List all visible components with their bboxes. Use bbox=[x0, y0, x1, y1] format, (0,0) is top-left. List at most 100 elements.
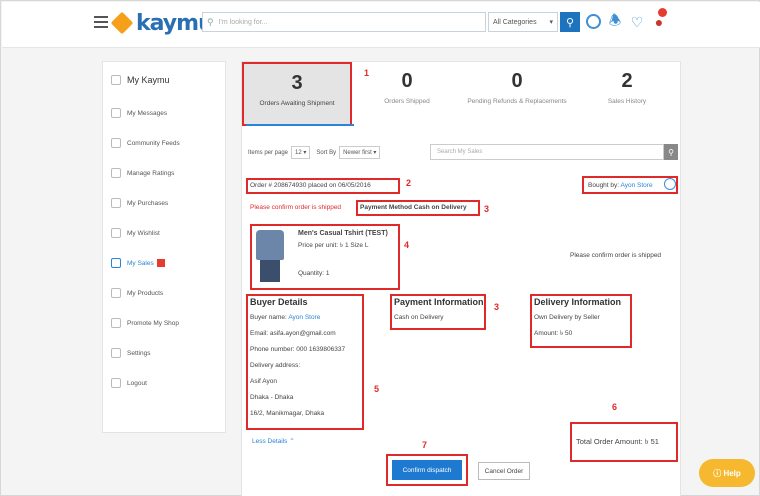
sidebar-item-my-sales[interactable]: My Sales bbox=[103, 248, 225, 278]
search-button[interactable]: ⚲ bbox=[560, 12, 580, 32]
price-per-unit: Price per unit: ৳ 1 Size L bbox=[298, 242, 369, 249]
tag-icon bbox=[111, 258, 121, 268]
filter-bar: Items per page 12 ▾ Sort By Newer first … bbox=[248, 146, 386, 159]
sidebar-item-promote[interactable]: Promote My Shop bbox=[103, 308, 225, 338]
bought-by: Bought by: Ayon Store bbox=[588, 180, 653, 192]
sidebar-item-products[interactable]: My Products bbox=[103, 278, 225, 308]
sidebar-item-label: My Products bbox=[127, 289, 164, 297]
gear-icon bbox=[111, 348, 121, 358]
search-placeholder: I'm looking for... bbox=[218, 18, 268, 26]
logo-diamond-icon bbox=[110, 11, 134, 35]
sidebar-item-wishlist[interactable]: My Wishlist bbox=[103, 218, 225, 248]
sidebar-item-label: Logout bbox=[127, 379, 147, 387]
category-select[interactable]: All Categories ▾ bbox=[488, 12, 558, 32]
delivery-info-title: Delivery Information bbox=[534, 297, 622, 307]
payment-method: Payment Method Cash on Delivery bbox=[360, 204, 467, 211]
megaphone-icon bbox=[111, 318, 121, 328]
chat-icon[interactable] bbox=[586, 14, 601, 29]
bell-icon[interactable]: 🕭 bbox=[606, 12, 624, 31]
sidebar-item-label: Settings bbox=[127, 349, 151, 357]
home-icon bbox=[111, 75, 121, 85]
delivery-address-label: Delivery address: bbox=[250, 362, 301, 369]
sidebar-item-label: Community Feeds bbox=[127, 139, 180, 147]
sort-select[interactable]: Newer first ▾ bbox=[339, 146, 381, 159]
sidebar-item-settings[interactable]: Settings bbox=[103, 338, 225, 368]
buyer-name: Buyer name: Ayon Store bbox=[250, 312, 320, 324]
chevron-down-icon: ▾ bbox=[549, 19, 553, 26]
notification-dot bbox=[658, 8, 667, 17]
account-sidebar: My Kaymu My Messages Community Feeds Man… bbox=[102, 61, 226, 433]
annotation-marker: 3 bbox=[484, 204, 490, 214]
sidebar-item-label: My Purchases bbox=[127, 199, 169, 207]
heart-icon[interactable]: ♡ bbox=[628, 13, 646, 31]
buyer-name-label: Buyer name: bbox=[250, 314, 287, 321]
cancel-order-button[interactable]: Cancel Order bbox=[478, 462, 530, 480]
tab-label: Orders Shipped bbox=[384, 98, 430, 105]
confirm-dispatch-button[interactable]: Confirm dispatch bbox=[392, 460, 462, 480]
bought-by-label: Bought by: bbox=[588, 182, 620, 189]
sales-search-input[interactable]: Search My Sales bbox=[430, 144, 664, 160]
tab-count: 2 bbox=[621, 70, 633, 92]
tab-pending-refunds[interactable]: 0 Pending Refunds & Replacements bbox=[462, 62, 572, 126]
help-label: Help bbox=[723, 468, 741, 478]
product-name[interactable]: Men's Casual Tshirt (TEST) bbox=[298, 228, 388, 240]
less-details-toggle[interactable]: Less Details ⌃ bbox=[252, 436, 295, 448]
buyer-phone: Phone number: 000 1639806337 bbox=[250, 346, 346, 353]
tab-label: Orders Awaiting Shipment bbox=[259, 100, 335, 107]
sidebar-item-label: Manage Ratings bbox=[127, 169, 175, 177]
tab-label: Sales History bbox=[607, 98, 647, 105]
sidebar-item-ratings[interactable]: Manage Ratings bbox=[103, 158, 225, 188]
sidebar-item-my-kaymu[interactable]: My Kaymu bbox=[103, 62, 225, 98]
payment-info-title: Payment Information bbox=[394, 297, 484, 307]
confirm-warning: Please confirm order is shipped bbox=[250, 204, 342, 211]
order-number: Order # 208674930 placed on 06/05/2016 bbox=[250, 182, 371, 189]
delivery-amount: Amount: ৳ 50 bbox=[534, 330, 573, 337]
sidebar-item-label: My Sales bbox=[127, 259, 154, 267]
address-line: Asif Ayon bbox=[250, 378, 277, 385]
category-label: All Categories bbox=[493, 18, 537, 26]
shipment-reminder: Please confirm order is shipped bbox=[570, 252, 662, 259]
chat-bubble-icon[interactable] bbox=[664, 178, 676, 190]
hamburger-menu-icon[interactable] bbox=[94, 16, 108, 28]
sidebar-item-community-feeds[interactable]: Community Feeds bbox=[103, 128, 225, 158]
sidebar-item-label: My Messages bbox=[127, 109, 168, 117]
chevron-up-icon: ⌃ bbox=[289, 438, 295, 445]
annotation-marker: 6 bbox=[612, 402, 618, 412]
sort-label: Sort By bbox=[316, 149, 337, 156]
sidebar-item-logout[interactable]: Logout bbox=[103, 368, 225, 398]
buyer-name-link[interactable]: Ayon Store bbox=[288, 314, 320, 321]
address-line: 16/2, Manikmagar, Dhaka bbox=[250, 410, 325, 417]
buyer-email: Email: asifa.ayon@gmail.com bbox=[250, 330, 336, 337]
sales-tabs: 3 Orders Awaiting Shipment 0 Orders Ship… bbox=[242, 62, 682, 126]
help-icon: ⓘ bbox=[713, 468, 722, 478]
payment-info-value: Cash on Delivery bbox=[394, 314, 444, 321]
tab-sales-history[interactable]: 2 Sales History bbox=[572, 62, 682, 126]
delivery-method: Own Delivery by Seller bbox=[534, 314, 600, 321]
annotation-marker: 5 bbox=[374, 384, 380, 394]
feed-icon bbox=[111, 138, 121, 148]
kaymu-logo[interactable]: kaymu bbox=[110, 8, 214, 38]
bag-icon bbox=[111, 198, 121, 208]
help-button[interactable]: ⓘ Help bbox=[699, 459, 755, 487]
buyer-store-link[interactable]: Ayon Store bbox=[621, 182, 653, 189]
active-tab-underline bbox=[246, 124, 354, 126]
annotation-marker: 4 bbox=[404, 240, 410, 250]
power-icon bbox=[111, 378, 121, 388]
sales-search-button[interactable]: ⚲ bbox=[664, 144, 678, 160]
items-per-page-select[interactable]: 12 ▾ bbox=[291, 146, 311, 159]
star-icon bbox=[111, 168, 121, 178]
annotation-marker: 1 bbox=[364, 68, 370, 78]
top-bar: kaymu ⚲ I'm looking for... All Categorie… bbox=[2, 2, 760, 48]
less-details-label: Less Details bbox=[252, 438, 288, 445]
sales-badge bbox=[156, 259, 165, 267]
sidebar-item-purchases[interactable]: My Purchases bbox=[103, 188, 225, 218]
search-input[interactable]: ⚲ I'm looking for... bbox=[202, 12, 486, 32]
tab-count: 3 bbox=[291, 72, 303, 94]
sales-panel: 3 Orders Awaiting Shipment 0 Orders Ship… bbox=[241, 61, 681, 496]
annotation-marker: 2 bbox=[406, 178, 412, 188]
sidebar-item-messages[interactable]: My Messages bbox=[103, 98, 225, 128]
search-field-icon: ⚲ bbox=[207, 16, 214, 27]
tab-awaiting-shipment[interactable]: 3 Orders Awaiting Shipment bbox=[242, 62, 352, 126]
total-order-amount: Total Order Amount: ৳ 51 bbox=[576, 437, 659, 446]
tab-label: Pending Refunds & Replacements bbox=[467, 98, 567, 105]
